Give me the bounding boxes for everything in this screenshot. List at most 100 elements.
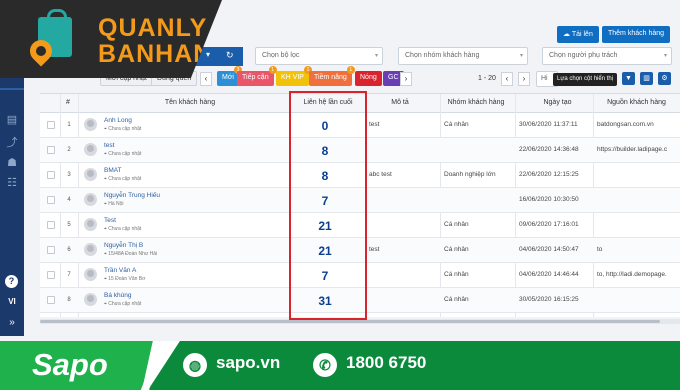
footer-website[interactable]: sapo.vn [216, 353, 280, 373]
tab-new[interactable]: Mới 3 [217, 66, 242, 86]
group-icon[interactable]: ☷ [4, 175, 20, 191]
group-cell: Cá nhân [444, 246, 469, 253]
add-customer-button[interactable]: Thêm khách hàng [602, 26, 671, 43]
customer-name-link[interactable]: test [104, 142, 114, 149]
row-checkbox[interactable] [47, 171, 55, 179]
customer-name-link[interactable]: Bá khùng [104, 292, 131, 299]
row-index: 8 [67, 297, 71, 303]
row-checkbox[interactable] [47, 146, 55, 154]
created-cell: 22/06/2020 14:36:48 [519, 146, 579, 153]
scrollbar-thumb[interactable] [40, 320, 660, 323]
source-cell: to, http://ladi.demopage. [597, 271, 667, 278]
customer-name-link[interactable]: Nguyễn Trung Hiếu [104, 192, 160, 199]
description-cell: test [369, 121, 380, 128]
header-group[interactable]: Nhóm khách hàng [440, 99, 512, 106]
customer-name-link[interactable]: Anh Long [104, 117, 132, 124]
contacts-icon[interactable]: ▤ [4, 112, 20, 128]
row-index: 7 [67, 272, 71, 278]
upload-button[interactable]: ☁ Tải lên [557, 26, 599, 43]
avatar [84, 193, 97, 206]
chevron-down-icon: ▾ [374, 53, 378, 59]
group-cell: Cá nhân [444, 121, 469, 128]
tab-approach[interactable]: Tiếp cận 1 [237, 66, 277, 86]
customer-name-link[interactable]: Test [104, 217, 116, 224]
customer-name-link[interactable]: BMAT [104, 167, 122, 174]
row-index: 6 [67, 247, 71, 253]
row-index: 2 [67, 147, 71, 153]
row-index: 3 [67, 172, 71, 178]
sidebar-divider [0, 88, 24, 90]
sapo-logo: Sapo [32, 347, 108, 382]
avatar [84, 143, 97, 156]
group-cell: Doanh nghiệp lớn [444, 171, 496, 178]
avatar [84, 168, 97, 181]
pager-range: 1 - 20 [478, 75, 496, 82]
tab-vip[interactable]: KH VIP 1 [276, 66, 312, 86]
row-checkbox[interactable] [47, 271, 55, 279]
language-switch[interactable]: VI [0, 297, 24, 306]
avatar [84, 218, 97, 231]
avatar [84, 268, 97, 281]
customer-address: ⌖ Hà Nội [104, 201, 124, 207]
row-checkbox[interactable] [47, 221, 55, 229]
row-checkbox[interactable] [47, 246, 55, 254]
owner-select[interactable]: Chọn người phụ trách ▾ [542, 47, 672, 65]
customer-address: ⌖ Chưa cập nhật [104, 301, 142, 307]
help-icon[interactable]: ? [5, 275, 18, 288]
logo-text-line1: QUANLY [98, 14, 208, 42]
tabs-next-arrow[interactable]: › [400, 72, 412, 86]
tab-potential[interactable]: Tiềm năng 1 [309, 66, 355, 86]
customer-address: ⌖ Chưa cập nhật [104, 176, 142, 182]
created-cell: 09/06/2020 17:16:01 [519, 221, 579, 228]
created-cell: 30/05/2020 16:15:25 [519, 296, 579, 303]
created-cell: 22/06/2020 12:15:25 [519, 171, 579, 178]
chart-icon[interactable]: ⤴ [4, 135, 20, 151]
tab-hot[interactable]: Nóng [355, 71, 382, 86]
customer-group-select[interactable]: Chọn nhóm khách hàng ▾ [398, 47, 528, 65]
customer-name-link[interactable]: Trần Văn A [104, 267, 136, 274]
header-source[interactable]: Nguồn khách hàng [593, 99, 680, 106]
customer-address: ⌖ Chưa cập nhật [104, 151, 142, 157]
customer-address: ⌖ Chưa cập nhật [104, 226, 142, 232]
filter-icon[interactable]: ▼ [622, 72, 635, 85]
refresh-icon[interactable]: ↻ [226, 50, 234, 61]
group-cell: Cá nhân [444, 296, 469, 303]
customer-address: ⌖ 15/48A Đoàn Như Hải [104, 251, 158, 257]
row-checkbox[interactable] [47, 121, 55, 129]
column-chooser-tooltip: Lựa chọn cột hiển thị [553, 73, 618, 86]
created-cell: 30/06/2020 11:37:11 [519, 121, 578, 128]
description-cell: abc test [369, 171, 392, 178]
header-name[interactable]: Tên khách hàng [135, 99, 245, 106]
phone-icon: ✆ [313, 353, 337, 377]
chevron-down-icon: ▾ [663, 53, 667, 59]
users-icon[interactable]: ☗ [4, 155, 20, 171]
header-description[interactable]: Mô tả [370, 99, 430, 106]
customer-address: ⌖ 15 Đoàn Văn Bơ [104, 276, 146, 282]
promo-footer: Sapo ◍ sapo.vn ✆ 1800 6750 [0, 341, 680, 390]
globe-icon: ◍ [183, 353, 207, 377]
source-cell: to [597, 246, 603, 253]
avatar [84, 118, 97, 131]
tab-count-badge: 1 [346, 66, 355, 74]
cloud-upload-icon: ☁ [563, 31, 572, 38]
tabs-prev-arrow[interactable]: ‹ [200, 72, 212, 86]
row-checkbox[interactable] [47, 196, 55, 204]
settings-icon[interactable]: ⚙ [658, 72, 671, 85]
page-next-arrow[interactable]: › [518, 72, 530, 86]
filter-select[interactable]: Chọn bộ lọc ▾ [255, 47, 383, 65]
columns-icon[interactable]: ▥ [640, 72, 653, 85]
source-cell: batdongsan.com.vn [597, 121, 654, 128]
expand-sidebar-icon[interactable]: » [0, 317, 24, 328]
header-created[interactable]: Ngày tạo [515, 99, 600, 106]
row-index: 4 [67, 197, 71, 203]
footer-phone[interactable]: 1800 6750 [346, 353, 426, 373]
group-cell: Cá nhân [444, 271, 469, 278]
customer-address: ⌖ Chưa cập nhật [104, 126, 142, 132]
created-cell: 04/06/2020 14:46:44 [519, 271, 579, 278]
description-cell: test [369, 246, 380, 253]
highlight-frame [289, 91, 367, 320]
row-index: 5 [67, 222, 71, 228]
page-prev-arrow[interactable]: ‹ [501, 72, 513, 86]
row-checkbox[interactable] [47, 296, 55, 304]
customer-name-link[interactable]: Nguyễn Thị B [104, 242, 143, 249]
